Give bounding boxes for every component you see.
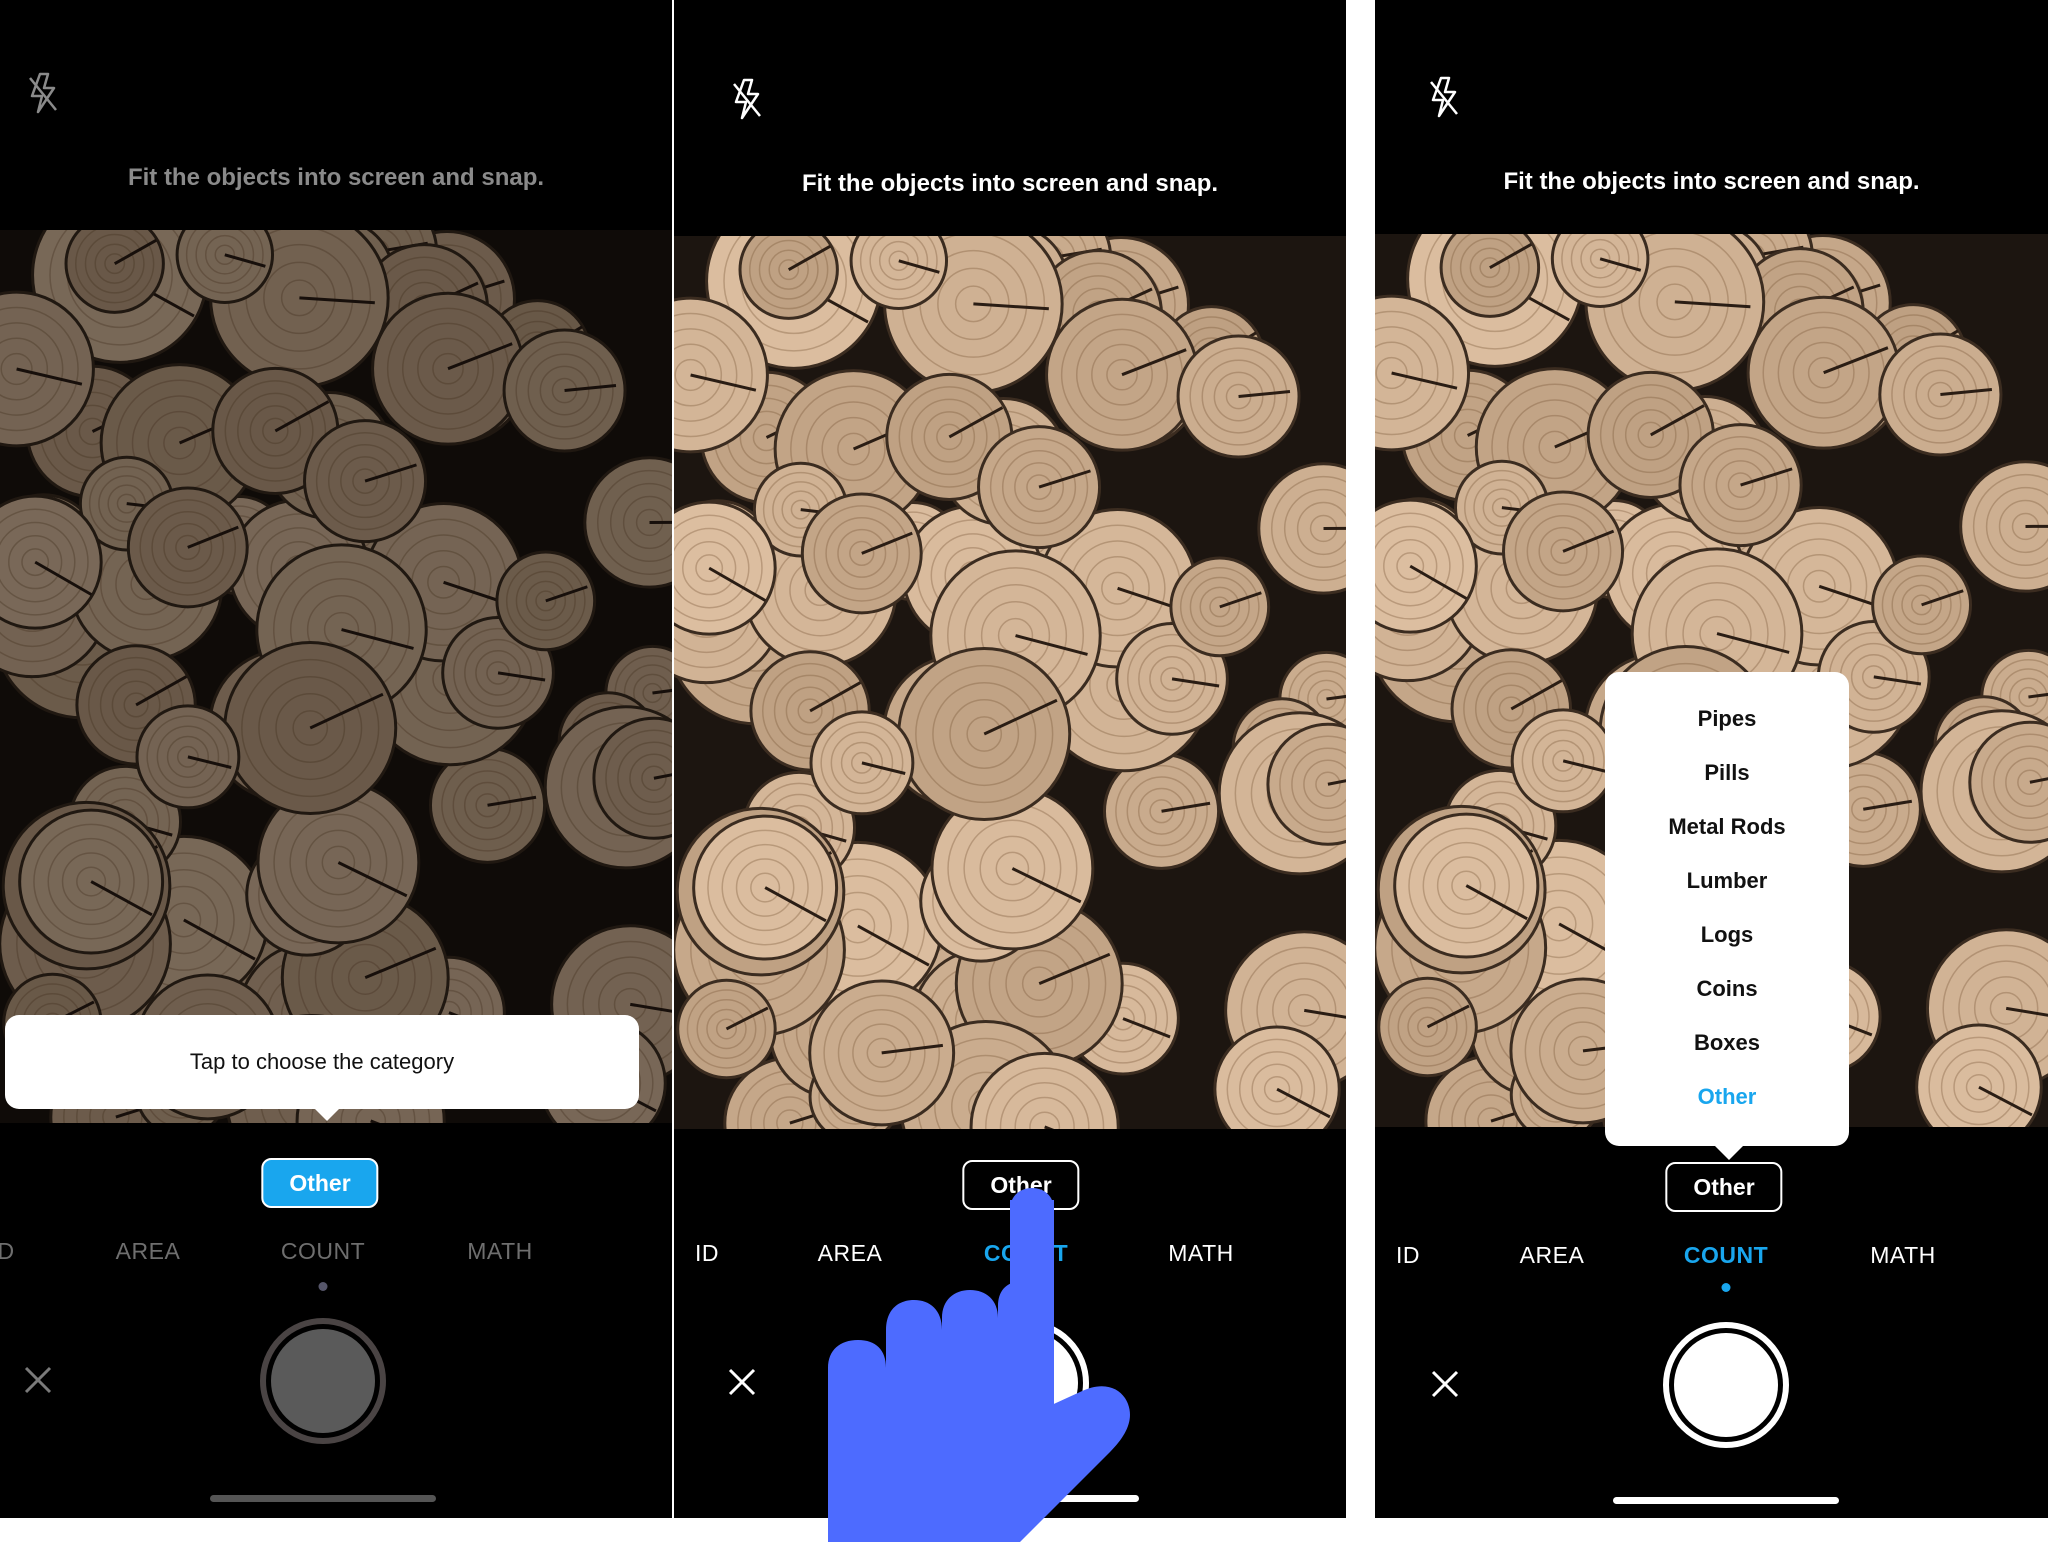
mode-selector: D AREA COUNT MATH [0, 1238, 672, 1278]
mode-indicator-dot [1721, 1283, 1731, 1292]
category-option-logs[interactable]: Logs [1605, 922, 1849, 948]
mode-area[interactable]: AREA [818, 1240, 883, 1267]
mode-area[interactable]: AREA [1520, 1242, 1585, 1269]
mode-area[interactable]: AREA [116, 1238, 181, 1265]
category-option-pipes[interactable]: Pipes [1605, 706, 1849, 732]
mode-count[interactable]: COUNT [281, 1238, 365, 1265]
logs-image [674, 236, 1346, 1129]
category-option-metal-rods[interactable]: Metal Rods [1605, 814, 1849, 840]
camera-preview [674, 236, 1346, 1129]
category-button[interactable]: Other [962, 1160, 1080, 1210]
category-option-coins[interactable]: Coins [1605, 976, 1849, 1002]
shutter-button[interactable] [963, 1320, 1089, 1446]
instruction-text: Fit the objects into screen and snap. [801, 170, 1219, 197]
close-icon[interactable] [20, 1362, 56, 1398]
mode-selector: ID AREA COUNT MATH [1375, 1242, 2048, 1282]
instruction-text: Fit the objects into screen and snap. [127, 164, 545, 191]
category-option-lumber[interactable]: Lumber [1605, 868, 1849, 894]
screen-tap-category: Fit the objects into screen and snap. Ot… [674, 0, 1346, 1518]
screen-category-menu: Fit the objects into screen and snap. Pi… [1375, 0, 2048, 1518]
category-button[interactable]: Other [261, 1158, 379, 1208]
home-indicator [1613, 1497, 1839, 1504]
mode-count[interactable]: COUNT [984, 1240, 1068, 1267]
home-indicator [210, 1495, 436, 1502]
category-menu: Pipes Pills Metal Rods Lumber Logs Coins… [1605, 672, 1849, 1160]
home-indicator [913, 1495, 1139, 1502]
mode-selector: ID AREA COUNT MATH [674, 1240, 1346, 1280]
flash-off-icon[interactable] [26, 70, 60, 116]
close-icon[interactable] [1427, 1366, 1463, 1402]
instruction-text: Fit the objects into screen and snap. [1503, 168, 1920, 195]
mode-id[interactable]: D [0, 1238, 15, 1265]
mode-id[interactable]: ID [1396, 1242, 1420, 1269]
shutter-button[interactable] [1663, 1322, 1789, 1448]
category-option-boxes[interactable]: Boxes [1605, 1030, 1849, 1056]
flash-off-icon[interactable] [1427, 74, 1461, 120]
mode-indicator-dot [318, 1282, 328, 1291]
category-option-other[interactable]: Other [1605, 1084, 1849, 1110]
category-button[interactable]: Other [1665, 1162, 1783, 1212]
shutter-button[interactable] [260, 1318, 386, 1444]
mode-count[interactable]: COUNT [1684, 1242, 1768, 1269]
mode-math[interactable]: MATH [1870, 1242, 1935, 1269]
mode-math[interactable]: MATH [1168, 1240, 1233, 1267]
flash-off-icon[interactable] [730, 76, 764, 122]
mode-math[interactable]: MATH [467, 1238, 532, 1265]
category-tooltip: Tap to choose the category [5, 1015, 639, 1121]
category-option-pills[interactable]: Pills [1605, 760, 1849, 786]
camera-preview [0, 230, 672, 1123]
close-icon[interactable] [724, 1364, 760, 1400]
screen-onboarding-tooltip: Fit the objects into screen and snap. Ta… [0, 0, 672, 1518]
mode-id[interactable]: ID [695, 1240, 719, 1267]
